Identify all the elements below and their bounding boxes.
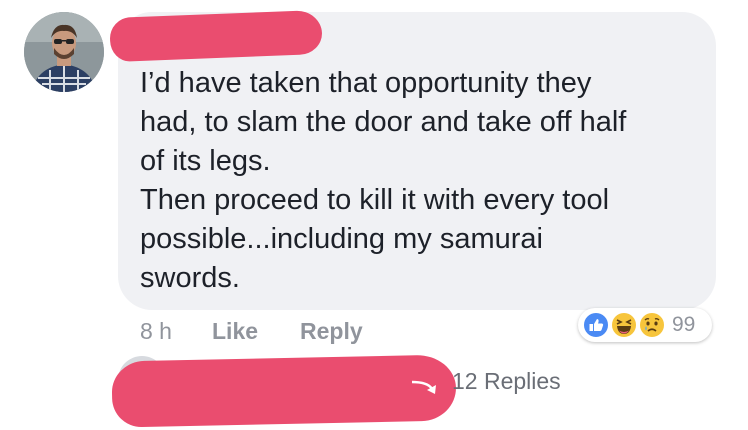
reply-arrow-icon <box>411 380 436 394</box>
sad-icon <box>638 311 666 339</box>
like-button[interactable]: Like <box>212 316 258 346</box>
reactions-summary[interactable]: 99 <box>578 308 712 342</box>
avatar-photo <box>24 12 104 92</box>
comment-text: I’d have taken that opportunity they had… <box>140 67 627 294</box>
reaction-count: 99 <box>672 313 696 336</box>
redacted-reply-authors <box>111 354 457 428</box>
like-icon <box>582 311 610 339</box>
view-replies-link[interactable]: 12 Replies <box>452 366 561 396</box>
redacted-commenter-name <box>109 9 323 63</box>
reply-button[interactable]: Reply <box>300 316 363 346</box>
commenter-avatar[interactable] <box>24 12 104 92</box>
comment-timestamp[interactable]: 8 h <box>140 316 172 346</box>
haha-icon <box>610 311 638 339</box>
